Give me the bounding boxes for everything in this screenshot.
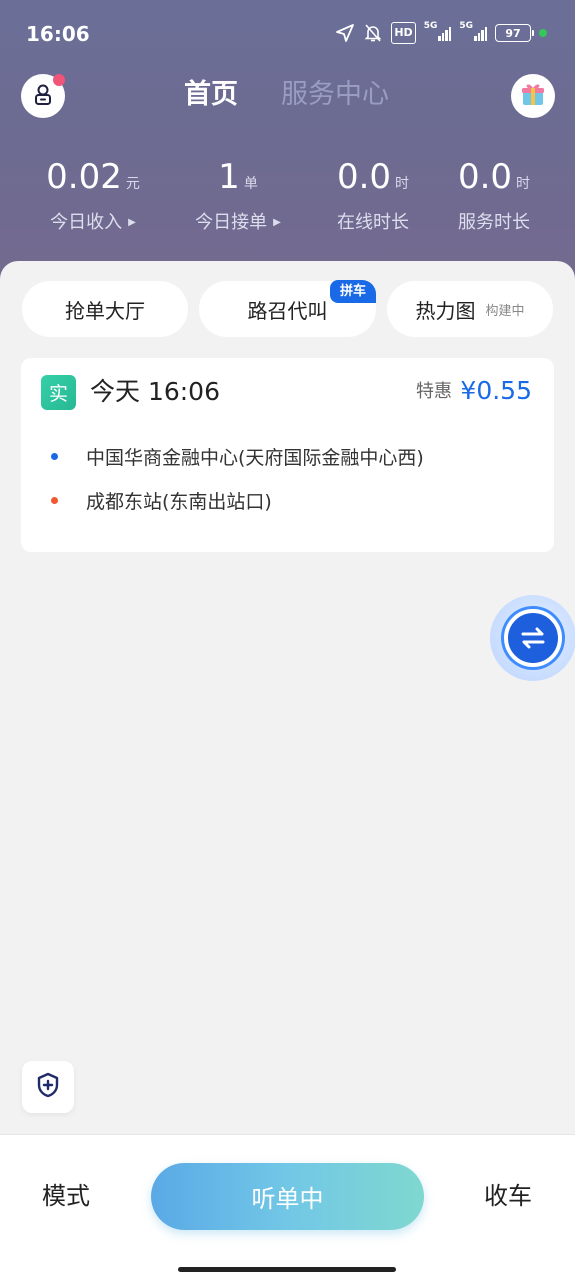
tab-heat-map[interactable]: 热力图 构建中 <box>387 281 553 337</box>
tab-home[interactable]: 首页 <box>184 76 238 114</box>
network-type-label: 5G <box>423 21 438 31</box>
stats-row: 0.02 元 今日收入 ▶ 1单 今日接单 ▶ 0.0 时 在线时长 0.0 时 服务时长 <box>0 155 575 245</box>
discount-label: 特惠 <box>416 381 452 402</box>
home-indicator[interactable] <box>178 1267 396 1272</box>
location-arrow-icon <box>335 22 355 44</box>
mode-button[interactable]: 模式 <box>42 1179 90 1213</box>
order-card[interactable]: 实 今天 16:06 特惠 ¥0.55 中国华商金融中心(天府国际金融中心西) … <box>21 358 554 552</box>
privacy-indicator-dot <box>539 29 547 37</box>
bottom-bar: 模式 听单中 收车 <box>0 1134 575 1280</box>
stat-unit: 单 <box>243 176 258 192</box>
signal-5g-icon: 5G <box>459 22 487 44</box>
stat-unit: 元 <box>125 176 140 192</box>
stat-value: 1 <box>218 157 240 197</box>
tab-service-center[interactable]: 服务中心 <box>281 76 389 114</box>
realtime-tag: 实 <box>41 375 76 410</box>
status-icons: HD 5G 5G 97 <box>335 22 547 44</box>
listening-button[interactable]: 听单中 <box>151 1163 424 1230</box>
stat-online-time: 0.0 时 在线时长 <box>303 155 443 235</box>
tab-grab-hall[interactable]: 抢单大厅 <box>22 281 188 337</box>
shield-plus-icon <box>34 1071 62 1103</box>
pickup-row: 中国华商金融中心(天府国际金融中心西) <box>51 443 424 470</box>
caret-right-icon: ▶ <box>128 217 136 228</box>
status-bar: 16:06 HD 5G 5G 97 <box>0 0 575 70</box>
network-type-label: 5G <box>459 21 473 31</box>
dropoff-row: 成都东站(东南出站口) <box>51 487 272 514</box>
stat-label: 今日接单 <box>195 212 268 233</box>
tab-road-call[interactable]: 路召代叫 拼车 <box>199 280 376 337</box>
dropoff-dot-icon <box>51 497 58 504</box>
signal-5g-icon: 5G <box>424 22 452 44</box>
stat-label: 服务时长 <box>458 212 530 233</box>
dropoff-address: 成都东站(东南出站口) <box>86 491 272 513</box>
notification-dot <box>53 74 65 86</box>
tab-label: 热力图 <box>415 298 476 323</box>
building-status: 构建中 <box>485 303 525 319</box>
gift-icon <box>519 80 547 112</box>
listening-label: 听单中 <box>251 1185 324 1213</box>
stat-orders[interactable]: 1单 今日接单 ▶ <box>168 155 308 235</box>
tab-label: 路召代叫 <box>247 298 328 323</box>
caret-right-icon: ▶ <box>273 217 281 228</box>
tab-label: 抢单大厅 <box>65 298 145 323</box>
stat-label: 在线时长 <box>337 212 409 233</box>
pickup-dot-icon <box>51 453 58 460</box>
gift-button[interactable] <box>511 74 555 118</box>
stat-unit: 时 <box>395 176 410 192</box>
safety-button[interactable] <box>22 1061 74 1113</box>
stat-label: 今日收入 <box>50 212 123 233</box>
swap-arrows-icon <box>504 609 562 667</box>
lock-user-icon <box>31 82 55 110</box>
end-shift-button[interactable]: 收车 <box>484 1179 532 1213</box>
stat-income[interactable]: 0.02 元 今日收入 ▶ <box>23 155 163 235</box>
bell-off-icon <box>363 22 383 44</box>
stat-unit: 时 <box>516 176 531 192</box>
switch-float-button[interactable] <box>490 595 575 681</box>
order-price: ¥0.55 <box>460 376 532 405</box>
stat-value: 0.0 <box>336 157 392 197</box>
stat-value: 0.0 <box>457 157 513 197</box>
profile-button[interactable] <box>21 74 65 118</box>
pickup-address: 中国华商金融中心(天府国际金融中心西) <box>86 447 424 469</box>
stat-service-time: 0.0 时 服务时长 <box>424 155 564 235</box>
battery-icon: 97 <box>495 24 534 42</box>
hd-icon: HD <box>391 22 416 44</box>
carpool-badge: 拼车 <box>329 280 376 303</box>
order-time: 今天 16:06 <box>90 377 220 406</box>
battery-level: 97 <box>505 26 521 40</box>
status-time: 16:06 <box>26 22 90 46</box>
stat-value: 0.02 <box>46 157 122 197</box>
